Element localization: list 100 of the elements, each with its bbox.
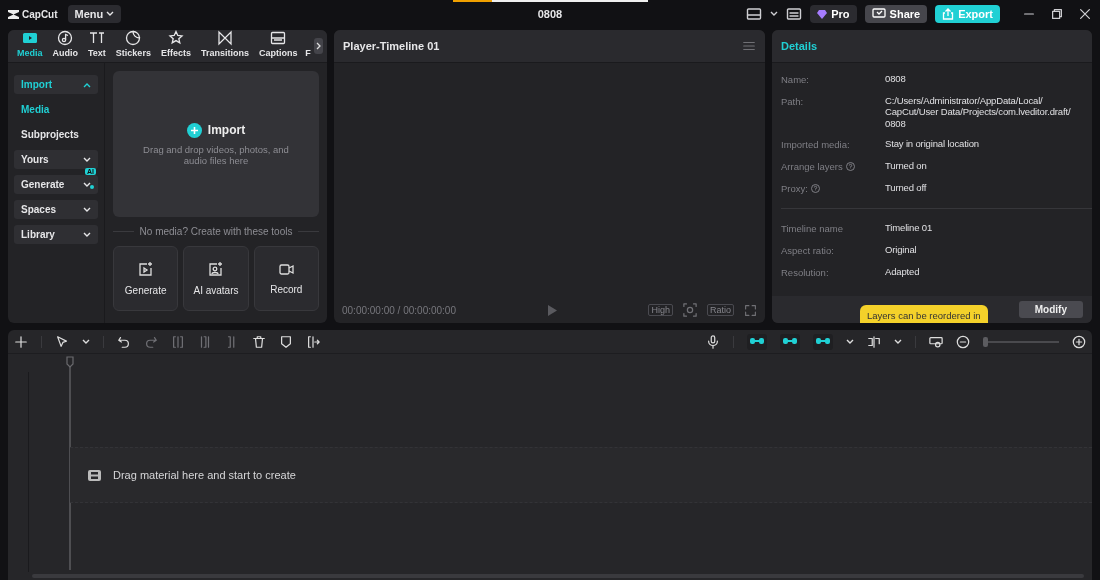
- zoom-in-icon[interactable]: [1072, 334, 1086, 349]
- person-sparkle-icon: [208, 261, 224, 277]
- text-icon: [88, 30, 105, 46]
- music-note-icon: [57, 30, 74, 46]
- tab[interactable]: F: [302, 45, 314, 62]
- ratio-button[interactable]: Ratio: [707, 304, 734, 316]
- main-track[interactable]: Drag material here and start to create: [70, 447, 1092, 503]
- tab[interactable]: Transitions: [195, 30, 254, 62]
- sparkle-star-icon: [167, 30, 184, 46]
- notification-dot: [90, 185, 94, 189]
- player-title: Player-Timeline 01: [343, 40, 440, 52]
- tab[interactable]: Text: [83, 30, 111, 62]
- tool-button[interactable]: Record: [253, 246, 319, 311]
- detail-label: Resolution:: [781, 267, 829, 279]
- tool-button[interactable]: Generate: [113, 246, 179, 311]
- detail-label: Timeline name: [781, 223, 843, 235]
- captions-icon: [270, 30, 287, 46]
- chevron-up-icon: [83, 81, 91, 88]
- chevron-right-icon: [315, 42, 321, 50]
- share-button[interactable]: Share: [864, 5, 928, 23]
- pointer-icon[interactable]: [55, 334, 69, 349]
- project-title: 0808: [537, 8, 563, 20]
- chevron-down-icon: [894, 338, 902, 345]
- detail-label: Arrange layers: [781, 161, 843, 173]
- zoom-fit-icon[interactable]: [683, 303, 697, 317]
- keyboard-icon[interactable]: [786, 6, 803, 22]
- upload-icon: [942, 8, 955, 20]
- detail-label: Proxy:: [781, 183, 808, 195]
- import-drop-zone[interactable]: Import Drag and drop videos, photos, and audio files here: [113, 71, 319, 217]
- chevron-down-icon: [83, 231, 91, 238]
- delete-icon[interactable]: [252, 334, 266, 349]
- app-logo-text: CapCut: [22, 8, 58, 20]
- detail-label: Path:: [781, 96, 804, 107]
- detail-label: Aspect ratio:: [781, 245, 834, 257]
- gem-icon: [817, 9, 828, 19]
- sidebar-item[interactable]: Generate: [14, 175, 98, 194]
- sidebar-item[interactable]: Import: [14, 75, 98, 94]
- chevron-down-icon: [82, 338, 90, 345]
- detail-label: Name:: [781, 74, 809, 85]
- detail-value: 0808: [885, 73, 907, 86]
- snap-toggle[interactable]: [813, 333, 833, 350]
- undo-icon[interactable]: [117, 334, 131, 349]
- zoom-out-icon[interactable]: [956, 334, 970, 349]
- freeze-frame-icon[interactable]: [306, 334, 320, 349]
- zoom-thumb[interactable]: [983, 336, 988, 347]
- thumbnail-zoom-icon[interactable]: [929, 334, 943, 349]
- preview-axis-icon[interactable]: [867, 334, 881, 349]
- marker-icon[interactable]: [279, 334, 293, 349]
- tool-button[interactable]: AI avatars: [183, 246, 249, 311]
- quality-button[interactable]: High: [648, 304, 673, 316]
- chevron-down-icon: [846, 338, 854, 345]
- scroll-right-button[interactable]: [313, 38, 323, 54]
- tab[interactable]: Stickers: [110, 30, 156, 62]
- bowtie-icon: [216, 30, 233, 46]
- menu-button[interactable]: Menu: [67, 5, 122, 23]
- detail-value: Turned off: [885, 182, 928, 196]
- menu-icon[interactable]: [742, 39, 756, 53]
- split-icon[interactable]: [171, 334, 185, 349]
- add-icon[interactable]: [14, 334, 28, 349]
- trim-left-icon[interactable]: [198, 334, 212, 349]
- tab[interactable]: Captions: [253, 30, 303, 62]
- help-icon[interactable]: [845, 162, 855, 172]
- detail-value: Adapted: [885, 266, 921, 280]
- chevron-down-icon: [83, 206, 91, 213]
- details-title: Details: [772, 30, 1092, 63]
- layout-icon[interactable]: [746, 6, 763, 22]
- snap-toggle[interactable]: [747, 333, 767, 350]
- sidebar-item[interactable]: Yours: [14, 150, 98, 169]
- film-icon: [88, 469, 101, 481]
- snap-toggle[interactable]: [780, 333, 800, 350]
- close-icon[interactable]: [1078, 7, 1092, 21]
- monitor-icon: [871, 8, 886, 20]
- detail-label: Imported media:: [781, 139, 850, 151]
- chevron-down-icon: [770, 11, 779, 17]
- detail-value: C:/Users/Administrator/AppData/Local/ CapCut/User Data/Projects/com.lveditor.draft/ 0808: [885, 95, 1072, 130]
- chevron-down-icon: [106, 11, 115, 17]
- tab[interactable]: Media: [12, 30, 48, 62]
- tools-caption: No media? Create with these tools: [139, 226, 293, 237]
- sidebar-subitem[interactable]: Media: [14, 100, 98, 119]
- pro-button[interactable]: Pro: [810, 5, 857, 23]
- sidebar-subitem[interactable]: Subprojects: [14, 125, 98, 144]
- tab[interactable]: Effects: [155, 30, 196, 62]
- camera-icon: [278, 262, 294, 276]
- track-hint: Drag material here and start to create: [113, 469, 296, 481]
- detail-value: Turned on: [885, 160, 928, 174]
- plus-circle-icon: [186, 122, 202, 138]
- chevron-down-icon: [83, 181, 91, 188]
- fullscreen-icon[interactable]: [744, 303, 757, 317]
- modify-button[interactable]: Modify: [1018, 301, 1083, 318]
- detail-value: Original: [885, 244, 918, 258]
- sidebar-item[interactable]: Spaces: [14, 200, 98, 219]
- redo-icon[interactable]: [144, 334, 158, 349]
- detail-value: Timeline 01: [885, 222, 934, 236]
- microphone-icon[interactable]: [706, 334, 720, 349]
- restore-icon[interactable]: [1050, 7, 1064, 21]
- help-icon[interactable]: [810, 184, 820, 194]
- import-button[interactable]: Import: [180, 121, 252, 139]
- sidebar-item[interactable]: Library: [14, 225, 98, 244]
- chevron-down-icon: [83, 156, 91, 163]
- tab[interactable]: Audio: [47, 30, 83, 62]
